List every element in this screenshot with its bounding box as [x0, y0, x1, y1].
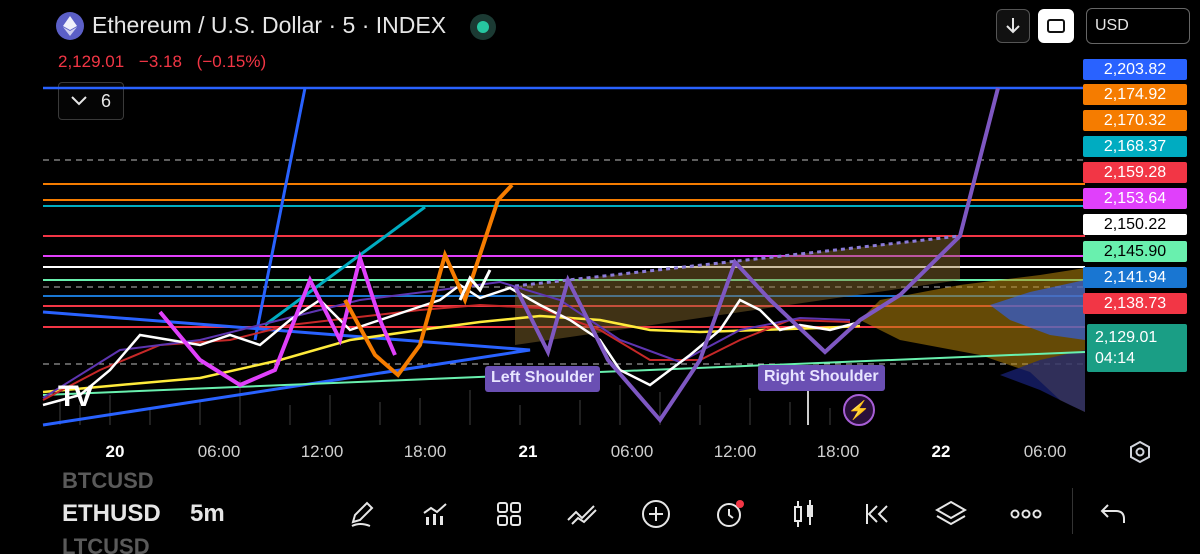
price-label: 2,141.94 — [1083, 267, 1187, 288]
price-label: 2,159.28 — [1083, 162, 1187, 183]
price-label: 2,145.90 — [1083, 241, 1187, 262]
symbol-current[interactable]: ETHUSD — [62, 500, 161, 528]
time-tick: 12:00 — [300, 442, 344, 461]
time-tick: 18:00 — [403, 442, 447, 461]
settings-icon[interactable] — [1124, 436, 1156, 468]
pencil-icon[interactable] — [342, 494, 382, 534]
time-axis[interactable]: 20 06:00 12:00 18:00 21 06:00 12:00 18:0… — [0, 430, 1085, 470]
layers-icon[interactable] — [931, 494, 971, 534]
toolbar-divider — [1072, 488, 1073, 534]
time-tick: 12:00 — [713, 442, 757, 461]
add-icon[interactable] — [636, 494, 676, 534]
current-price-label: 2,129.01 04:14 — [1087, 324, 1187, 372]
tradingview-logo: TV — [58, 380, 93, 413]
replay-icon[interactable] — [857, 494, 897, 534]
time-tick: 06:00 — [1023, 442, 1067, 461]
bottom-toolbar: BTCUSD ETHUSD LTCUSD 5m — [0, 468, 1200, 554]
timeframe-select[interactable]: 5m — [190, 500, 225, 528]
indicators-icon[interactable] — [415, 494, 455, 534]
symbol-prev[interactable]: BTCUSD — [62, 468, 154, 494]
alert-icon[interactable] — [710, 494, 750, 534]
undo-icon[interactable] — [1093, 494, 1133, 534]
price-label: 2,203.82 — [1083, 59, 1187, 80]
price-label: 2,138.73 — [1083, 293, 1187, 314]
price-label: 2,174.92 — [1083, 84, 1187, 105]
right-shoulder-label[interactable]: Right Shoulder — [758, 365, 885, 391]
time-tick: 06:00 — [197, 442, 241, 461]
more-icon[interactable] — [1006, 494, 1046, 534]
volume-bars — [59, 380, 831, 425]
time-tick: 21 — [518, 442, 538, 461]
trend-icon[interactable] — [562, 494, 602, 534]
time-tick: 06:00 — [610, 442, 654, 461]
price-label: 2,170.32 — [1083, 110, 1187, 131]
symbol-next[interactable]: LTCUSD — [62, 534, 150, 554]
current-price-value: 2,129.01 — [1095, 329, 1158, 346]
lightning-icon[interactable]: ⚡ — [843, 394, 875, 426]
price-label: 2,150.22 — [1083, 214, 1187, 235]
time-tick: 18:00 — [816, 442, 860, 461]
grid-icon[interactable] — [489, 494, 529, 534]
time-tick: 20 — [105, 442, 125, 461]
price-label: 2,153.64 — [1083, 188, 1187, 209]
candles-icon[interactable] — [784, 494, 824, 534]
price-label: 2,168.37 — [1083, 136, 1187, 157]
time-tick: 22 — [931, 442, 951, 461]
currency-select[interactable]: USD — [1086, 8, 1190, 44]
left-shoulder-label[interactable]: Left Shoulder — [485, 366, 601, 392]
candle-countdown: 04:14 — [1095, 350, 1136, 367]
blue-wedge — [42, 310, 531, 427]
